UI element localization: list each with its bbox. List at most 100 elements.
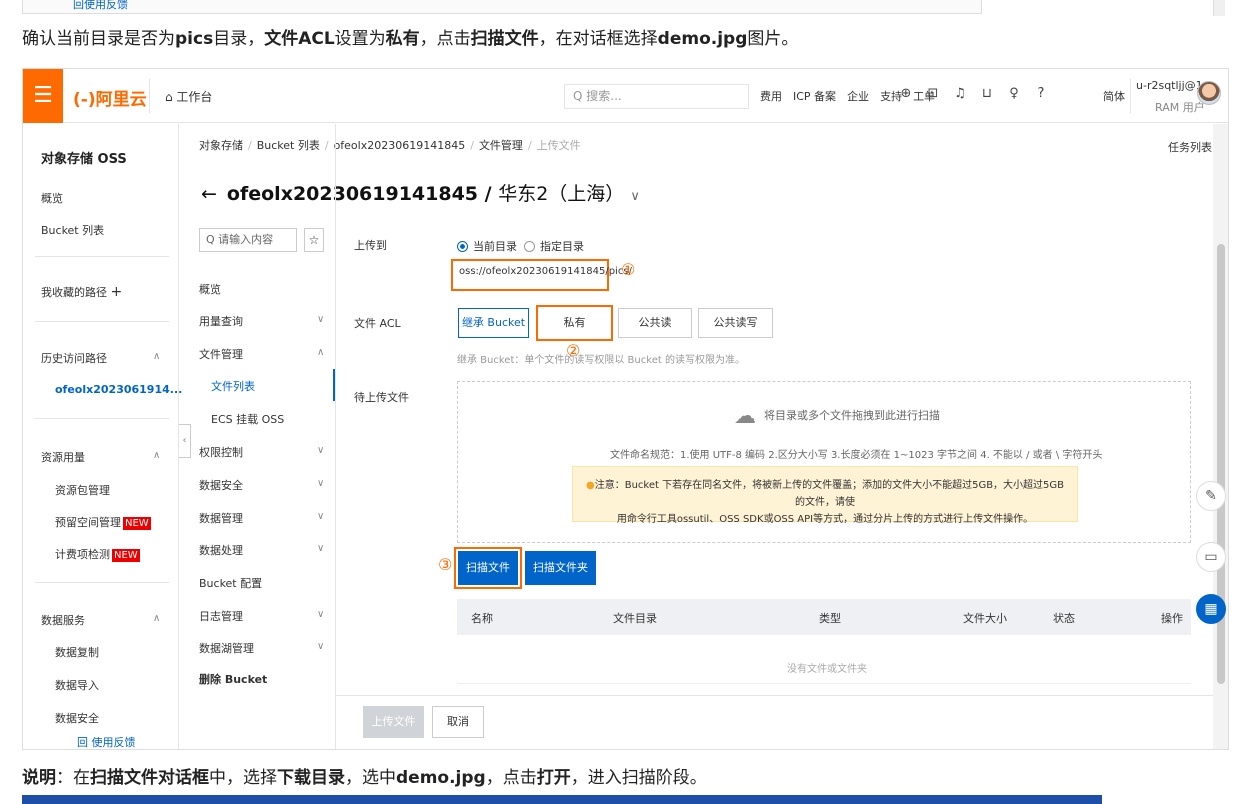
sidebar-item-history[interactable]: 历史访问路径 xyxy=(41,350,107,366)
chevron-up-icon[interactable]: ∧ xyxy=(153,351,160,362)
apps-icon[interactable]: ▦ xyxy=(1196,594,1226,624)
subnav-file-management[interactable]: 文件管理 xyxy=(199,346,243,362)
subnav-overview[interactable]: 概览 xyxy=(199,281,221,297)
sidebar-item-resources[interactable]: 资源用量 xyxy=(41,449,85,465)
sidebar-item-favorites[interactable]: 我收藏的路径 + xyxy=(41,284,122,300)
radio-specified-dir[interactable]: 指定目录 xyxy=(524,238,584,254)
divider xyxy=(149,79,150,113)
subnav-delete-bucket[interactable]: 删除 Bucket xyxy=(199,671,267,687)
breadcrumb-item[interactable]: Bucket 列表 xyxy=(257,139,320,152)
chevron-down-icon[interactable]: ∨ xyxy=(317,609,324,620)
search-input[interactable]: Q 搜索... xyxy=(564,84,749,109)
scan-file-button[interactable]: 扫描文件 xyxy=(458,551,518,585)
console-screenshot: ☰ (-)阿里云 ⌂ 工作台 Q 搜索... 费用 ICP 备案 企业 支持 工… xyxy=(22,68,1229,750)
sidebar-item-reserved-space[interactable]: 预留空间管理 NEW xyxy=(55,514,151,530)
subnav-data-lake[interactable]: 数据湖管理 xyxy=(199,640,254,656)
warning-icon: ● xyxy=(585,480,595,491)
next-screenshot-strip xyxy=(22,795,1102,804)
subnav-data-security[interactable]: 数据安全 xyxy=(199,477,243,493)
subnav-file-list[interactable]: 文件列表 xyxy=(211,378,255,394)
star-icon[interactable]: ☆ xyxy=(304,228,324,252)
sidebar-item-overview[interactable]: 概览 xyxy=(41,190,63,206)
aliyun-logo[interactable]: (-)阿里云 xyxy=(73,85,147,110)
sidebar-item-billing-check[interactable]: 计费项检测 NEW xyxy=(55,546,140,562)
new-badge: NEW xyxy=(123,517,151,530)
workbench-link[interactable]: ⌂ 工作台 xyxy=(165,88,212,105)
step-marker-3: ③ xyxy=(438,555,453,574)
divider xyxy=(457,683,1191,684)
top-nav: ☰ (-)阿里云 ⌂ 工作台 Q 搜索... 费用 ICP 备案 企业 支持 工… xyxy=(23,69,1228,123)
col-directory: 文件目录 xyxy=(613,612,657,625)
language-switch[interactable]: 简体 xyxy=(1103,88,1125,104)
radio-selected-icon[interactable] xyxy=(457,241,468,252)
cart-icon[interactable]: ⊔ xyxy=(980,86,994,101)
chevron-down-icon[interactable]: ∨ xyxy=(317,478,324,489)
scrollbar[interactable] xyxy=(1213,124,1228,749)
edit-icon[interactable]: ✎ xyxy=(1196,481,1226,511)
sidebar-history-item[interactable]: ofeolx2023061914... xyxy=(55,383,182,396)
step-marker-2: ② xyxy=(566,341,581,360)
breadcrumb-item[interactable]: ofeolx20230619141845 xyxy=(334,139,466,152)
plus-icon[interactable]: + xyxy=(111,284,123,300)
chat-icon[interactable]: ▭ xyxy=(1196,542,1226,572)
sidebar-item-data-replication[interactable]: 数据复制 xyxy=(55,644,99,660)
menu-search-input[interactable]: Q 请输入内容 xyxy=(199,228,297,252)
bell-icon[interactable]: ♫ xyxy=(953,86,967,101)
lightbulb-icon[interactable]: ♀ xyxy=(1007,86,1021,101)
task-list-link[interactable]: 任务列表 xyxy=(1168,139,1212,155)
subnav-permissions[interactable]: 权限控制 xyxy=(199,444,243,460)
chevron-down-icon[interactable]: ∨ xyxy=(317,543,324,554)
acl-public-rw-button[interactable]: 公共读写 xyxy=(698,308,773,338)
acl-public-read-button[interactable]: 公共读 xyxy=(618,308,692,338)
scan-folder-button[interactable]: 扫描文件夹 xyxy=(525,551,596,585)
cloud-shell-icon[interactable]: ⊕ xyxy=(899,86,913,101)
chevron-down-icon[interactable]: ∨ xyxy=(317,445,324,456)
subnav-log-management[interactable]: 日志管理 xyxy=(199,608,243,624)
divider xyxy=(335,124,336,749)
cancel-button[interactable]: 取消 xyxy=(432,706,484,738)
breadcrumb-item[interactable]: 对象存储 xyxy=(199,139,243,152)
terminal-icon[interactable]: ⊡ xyxy=(926,86,940,101)
nav-link-cost[interactable]: 费用 xyxy=(760,88,782,104)
subnav-data-processing[interactable]: 数据处理 xyxy=(199,542,243,558)
sidebar-item-data-import[interactable]: 数据导入 xyxy=(55,677,99,693)
chevron-up-icon[interactable]: ∧ xyxy=(153,613,160,624)
help-icon[interactable]: ? xyxy=(1034,86,1048,101)
radio-icon[interactable] xyxy=(524,241,535,252)
collapse-sidebar-icon[interactable]: ‹ xyxy=(179,424,191,458)
chevron-down-icon[interactable]: ∨ xyxy=(317,314,324,325)
feedback-button[interactable]: 回 使用反馈 xyxy=(77,734,136,749)
divider xyxy=(336,695,1213,696)
breadcrumb-item[interactable]: 文件管理 xyxy=(479,139,523,152)
chevron-down-icon[interactable]: ∨ xyxy=(317,511,324,522)
page-scrollbar[interactable] xyxy=(1213,0,1225,16)
doc-instruction-2: 说明：在扫描文件对话框中，选择下载目录，选中demo.jpg，点击打开，进入扫描… xyxy=(22,768,707,788)
upload-submit-button[interactable]: 上传文件 xyxy=(363,706,424,738)
file-dropzone[interactable]: ☁ 将目录或多个文件拖拽到此进行扫描 文件命名规范：1.使用 UTF-8 编码 2… xyxy=(457,381,1191,543)
product-sidebar: 对象存储 OSS 概览 Bucket 列表 我收藏的路径 + 历史访问路径 ∧ … xyxy=(23,124,182,749)
sidebar-item-data-services[interactable]: 数据服务 xyxy=(41,612,85,628)
subnav-usage[interactable]: 用量查询 xyxy=(199,313,243,329)
sidebar-item-resource-pack[interactable]: 资源包管理 xyxy=(55,482,110,498)
col-size: 文件大小 xyxy=(963,612,1007,625)
upload-to-label: 上传到 xyxy=(354,239,387,252)
radio-current-dir[interactable]: 当前目录 xyxy=(457,238,517,254)
subnav-bucket-config[interactable]: Bucket 配置 xyxy=(199,575,262,591)
col-name: 名称 xyxy=(471,612,493,625)
nav-link-icp[interactable]: ICP 备案 xyxy=(793,88,836,104)
subnav-ecs-mount[interactable]: ECS 挂载 OSS xyxy=(211,411,284,427)
subnav-data-management[interactable]: 数据管理 xyxy=(199,510,243,526)
menu-icon[interactable]: ☰ xyxy=(23,69,63,123)
chevron-down-icon[interactable]: ∨ xyxy=(317,641,324,652)
chevron-up-icon[interactable]: ∧ xyxy=(153,450,160,461)
back-arrow-icon[interactable]: ← xyxy=(201,183,217,205)
acl-inherit-button[interactable]: 继承 Bucket xyxy=(458,308,529,338)
file-table-header: 名称 文件目录 类型 文件大小 状态 操作 xyxy=(457,599,1191,635)
sidebar-item-data-security[interactable]: 数据安全 xyxy=(55,710,99,726)
chevron-down-icon[interactable]: ∨ xyxy=(630,189,640,204)
nav-link-enterprise[interactable]: 企业 xyxy=(847,88,869,104)
avatar[interactable] xyxy=(1197,81,1221,105)
chevron-up-icon[interactable]: ∧ xyxy=(317,347,324,358)
sidebar-item-bucket-list[interactable]: Bucket 列表 xyxy=(41,222,104,238)
acl-private-button[interactable]: 私有 xyxy=(536,305,613,341)
